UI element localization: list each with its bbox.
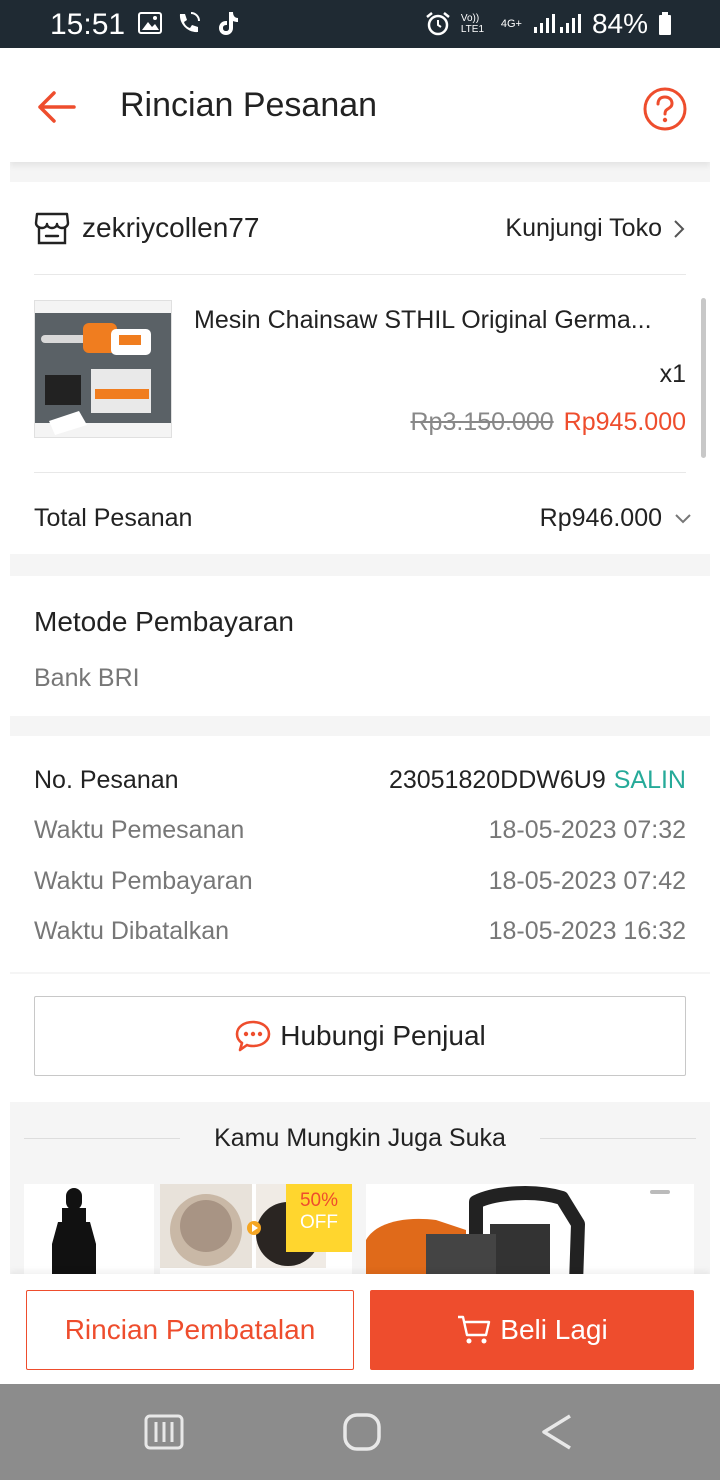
product-price-row: Rp3.150.000 Rp945.000 bbox=[410, 408, 686, 437]
payment-method-value: Bank BRI bbox=[34, 664, 140, 692]
back-chevron-icon bbox=[542, 1414, 571, 1450]
discount-price: Rp945.000 bbox=[563, 408, 686, 436]
help-button[interactable] bbox=[642, 86, 688, 132]
status-bar: 15:51 Vo)) LTE1 4G+ 84% bbox=[0, 0, 720, 48]
product-image[interactable] bbox=[34, 300, 172, 438]
cancellation-details-label: Rincian Pembatalan bbox=[64, 1314, 316, 1345]
tiktok-icon bbox=[219, 12, 238, 35]
shop-row: zekriycollen77 Kunjungi Toko bbox=[34, 210, 686, 250]
recommended-product[interactable] bbox=[366, 1184, 694, 1284]
image-icon bbox=[138, 12, 162, 34]
divider bbox=[34, 274, 686, 275]
chainsaw-image bbox=[366, 1184, 694, 1284]
chat-bubble-icon bbox=[235, 1020, 271, 1052]
product-name[interactable]: Mesin Chainsaw STHIL Original Germa... bbox=[194, 306, 688, 335]
voice-lte-indicator: Vo)) LTE1 bbox=[460, 13, 485, 35]
order-info-card: No. Pesanan 23051820DDW6U9 SALIN Waktu Pe… bbox=[10, 736, 710, 972]
signal-icon bbox=[533, 14, 581, 33]
payment-method-title: Metode Pembayaran bbox=[34, 606, 294, 637]
order-number: 23051820DDW6U9 bbox=[388, 766, 606, 794]
alarm-icon bbox=[426, 12, 450, 36]
payment-time-value: 18-05-2023 07:42 bbox=[488, 867, 686, 895]
contact-seller-button[interactable]: Hubungi Penjual bbox=[34, 996, 686, 1076]
payment-method-card: Metode Pembayaran Bank BRI bbox=[10, 576, 710, 716]
order-number-value-group: 23051820DDW6U9 SALIN bbox=[389, 766, 686, 795]
cancellation-details-button[interactable]: Rincian Pembatalan bbox=[26, 1290, 354, 1370]
status-time: 15:51 bbox=[50, 8, 126, 41]
divider bbox=[34, 472, 686, 473]
battery-percent: 84% bbox=[591, 8, 648, 39]
cancel-time-label: Waktu Dibatalkan bbox=[34, 917, 229, 945]
system-navigation-bar bbox=[0, 1384, 720, 1480]
recommendations-header: Kamu Mungkin Juga Suka bbox=[10, 1122, 710, 1166]
scrollbar-thumb[interactable] bbox=[701, 298, 706, 458]
discount-off-label: OFF bbox=[300, 1212, 338, 1233]
system-status-icons: Vo)) LTE1 4G+ 84% bbox=[425, 8, 672, 40]
back-nav-button[interactable] bbox=[534, 1412, 578, 1452]
bottom-action-bar: Rincian Pembatalan Beli Lagi bbox=[10, 1274, 710, 1384]
recommended-products: 50% OFF bbox=[24, 1184, 696, 1284]
order-time-value: 18-05-2023 07:32 bbox=[488, 816, 686, 844]
chainsaw-product-photo bbox=[35, 301, 171, 437]
chevron-down-icon bbox=[675, 513, 691, 523]
order-time-label: Waktu Pemesanan bbox=[34, 816, 245, 844]
arrow-left-icon bbox=[38, 91, 76, 123]
visit-shop-label: Kunjungi Toko bbox=[505, 214, 662, 242]
discount-percent: 50% bbox=[299, 1190, 339, 1211]
shop-name: zekriycollen77 bbox=[82, 212, 260, 243]
notification-icons bbox=[138, 10, 240, 36]
visit-shop-link[interactable]: Kunjungi Toko bbox=[505, 214, 686, 243]
chevron-right-icon bbox=[674, 219, 685, 238]
order-total-toggle[interactable]: Rp946.000 bbox=[540, 504, 692, 533]
dropper-bottle-image bbox=[24, 1184, 154, 1284]
shopping-cart-icon bbox=[458, 1315, 491, 1344]
buy-again-button[interactable]: Beli Lagi bbox=[370, 1290, 694, 1370]
cancel-time-row: Waktu Dibatalkan 18-05-2023 16:32 bbox=[34, 917, 686, 951]
recent-apps-button[interactable] bbox=[142, 1412, 186, 1452]
shop-icon bbox=[34, 212, 70, 245]
order-time-row: Waktu Pemesanan 18-05-2023 07:32 bbox=[34, 816, 686, 850]
app-screen: Rincian Pesanan zekriycollen77 Kunjungi … bbox=[10, 48, 710, 1384]
order-total-value: Rp946.000 bbox=[539, 504, 662, 532]
order-card: zekriycollen77 Kunjungi Toko Mesin Chain bbox=[10, 182, 710, 554]
copy-order-number-button[interactable]: SALIN bbox=[614, 766, 686, 794]
battery-icon bbox=[659, 12, 671, 35]
app-header: Rincian Pesanan bbox=[10, 48, 710, 162]
order-total-label: Total Pesanan bbox=[34, 504, 193, 532]
recent-apps-icon bbox=[144, 1414, 184, 1450]
contact-seller-label: Hubungi Penjual bbox=[280, 1020, 486, 1051]
original-price: Rp3.150.000 bbox=[410, 408, 554, 436]
back-button[interactable] bbox=[34, 84, 80, 130]
payment-time-row: Waktu Pembayaran 18-05-2023 07:42 bbox=[34, 867, 686, 901]
question-icon bbox=[643, 87, 687, 131]
home-button[interactable] bbox=[340, 1412, 384, 1452]
network-type-indicator: 4G+ bbox=[500, 18, 522, 30]
divider bbox=[540, 1138, 696, 1139]
page-title: Rincian Pesanan bbox=[120, 86, 378, 124]
product-quantity: x1 bbox=[659, 360, 686, 388]
order-number-row: No. Pesanan 23051820DDW6U9 SALIN bbox=[34, 766, 686, 800]
contact-seller-card: Hubungi Penjual bbox=[10, 974, 710, 1102]
buy-again-label: Beli Lagi bbox=[500, 1314, 608, 1345]
discount-badge: 50% OFF bbox=[286, 1184, 352, 1252]
payment-time-label: Waktu Pembayaran bbox=[34, 867, 253, 895]
recommended-product[interactable]: 50% OFF bbox=[160, 1184, 352, 1284]
call-wifi-icon bbox=[179, 12, 200, 33]
home-icon bbox=[343, 1413, 381, 1451]
order-number-label: No. Pesanan bbox=[34, 766, 179, 794]
recommended-product[interactable] bbox=[24, 1184, 154, 1284]
cancel-time-value: 18-05-2023 16:32 bbox=[488, 917, 686, 945]
